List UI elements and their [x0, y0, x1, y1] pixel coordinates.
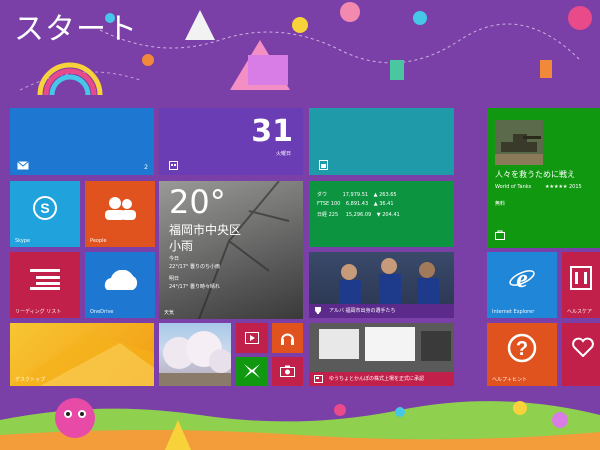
store-app-price: 無料: [495, 201, 506, 207]
game-thumbnail: [495, 120, 543, 165]
reading-list-label: リーディング リスト: [15, 309, 62, 315]
ie-icon: e: [509, 264, 535, 292]
weather-tomorrow-forecast: 24°/17° 曇り時々晴れ: [169, 284, 220, 290]
weather-label: 天気: [164, 310, 175, 316]
health-icon: [570, 266, 592, 290]
ie-tile[interactable]: e Internet Explorer: [487, 252, 557, 318]
weather-temperature: 20°: [169, 183, 226, 221]
weather-today-forecast: 22°/17° 曇りのち小雨: [169, 264, 220, 270]
weather-tile[interactable]: 20° 福岡市中央区 小雨 今日 22°/17° 曇りのち小雨 明日 24°/1…: [159, 181, 303, 319]
weather-condition: 小雨: [169, 239, 194, 253]
store-tile[interactable]: 人々を救うために戦え World of Tanks ★★★★★ 2015 無料: [487, 108, 600, 248]
people-tile[interactable]: People: [85, 181, 155, 247]
news-caption: ゆうちょとかんぽの株式上場を正式に承認: [329, 376, 425, 382]
finance-index-change: ▲ 263.65: [373, 192, 397, 198]
photo-blossom-tile[interactable]: [159, 323, 231, 386]
finance-index-name: ダウ: [317, 192, 328, 198]
blossom-photo: [159, 331, 231, 386]
help-tile[interactable]: ? ヘルプ＋ヒント: [487, 323, 557, 386]
finance-row: ダウ 17,979.51 ▲ 263.65: [317, 191, 397, 198]
help-label: ヘルプ＋ヒント: [492, 377, 528, 383]
finance-index-name: 日経 225: [317, 212, 339, 218]
reading-list-tile[interactable]: リーディング リスト: [10, 252, 80, 318]
calendar-day: 火曜日: [275, 151, 291, 157]
onedrive-tile[interactable]: OneDrive: [85, 252, 155, 318]
photos-tile[interactable]: [309, 108, 454, 175]
skype-label: Skype: [15, 238, 31, 244]
finance-index-change: ▼ 204.41: [376, 212, 400, 218]
weather-tomorrow-label: 明日: [169, 276, 180, 282]
onedrive-icon: [104, 270, 138, 290]
finance-row: FTSE 100 6,891.43 ▲ 36.41: [317, 201, 394, 207]
weather-city: 福岡市中央区: [169, 223, 242, 237]
store-app-rating: ★★★★★ 2015: [545, 184, 582, 190]
camera-tile[interactable]: [272, 357, 303, 386]
calendar-date: 31: [251, 114, 293, 149]
weather-today-label: 今日: [169, 256, 180, 262]
mail-icon: [17, 161, 29, 170]
finance-index-name: FTSE 100: [317, 201, 341, 207]
trophy-icon: [315, 307, 321, 314]
skype-tile[interactable]: S Skype: [10, 181, 80, 247]
music-tile[interactable]: [272, 323, 303, 353]
games-tile[interactable]: [236, 357, 268, 386]
people-icon: [105, 197, 136, 220]
photos-icon: [319, 160, 328, 170]
health-tile[interactable]: ヘルスケア: [562, 252, 600, 318]
video-icon: [245, 332, 259, 344]
svg-text:?: ?: [516, 338, 528, 360]
health-label: ヘルスケア: [567, 309, 593, 315]
svg-text:e: e: [516, 264, 528, 292]
sports-tile[interactable]: アルバ 福岡市出身の選手たち: [309, 252, 454, 318]
skype-icon: S: [33, 196, 57, 220]
people-label: People: [90, 238, 107, 244]
mail-badge: 2: [144, 164, 148, 171]
sports-caption: アルバ 福岡市出身の選手たち: [329, 308, 396, 314]
start-title: スタート: [14, 12, 138, 47]
heart-icon: [572, 337, 594, 357]
finance-tile[interactable]: ダウ 17,979.51 ▲ 263.65 FTSE 100 6,891.43 …: [309, 181, 454, 247]
music-icon: [281, 333, 294, 345]
onedrive-label: OneDrive: [90, 309, 114, 315]
store-app-title: 人々を救うために戦え: [495, 170, 575, 179]
ie-label: Internet Explorer: [492, 309, 535, 315]
games-icon: [244, 364, 260, 378]
help-icon: ?: [507, 333, 537, 363]
finance-index-value: 17,979.51: [342, 192, 369, 198]
calendar-icon: [169, 161, 178, 170]
calendar-tile[interactable]: 31 火曜日: [159, 108, 303, 175]
desktop-label: デスクトップ: [15, 377, 46, 383]
landscape-decoration: [0, 398, 600, 450]
news-icon: [314, 375, 323, 383]
svg-text:S: S: [40, 200, 49, 216]
finance-index-change: ▲ 36.41: [373, 201, 394, 207]
health-lower-tile[interactable]: [562, 323, 600, 386]
news-tile[interactable]: ゆうちょとかんぽの株式上場を正式に承認: [309, 323, 454, 386]
store-app-name: World of Tanks: [495, 184, 532, 190]
store-icon: [495, 230, 505, 240]
finance-index-value: 6,891.43: [345, 201, 369, 207]
reading-list-icon: [30, 269, 60, 290]
mail-tile[interactable]: 2: [10, 108, 154, 175]
desktop-tile[interactable]: デスクトップ: [10, 323, 154, 386]
video-tile[interactable]: [236, 323, 268, 353]
camera-icon: [280, 365, 295, 377]
finance-row: 日経 225 15,296.09 ▼ 204.41: [317, 211, 400, 218]
finance-index-value: 15,296.09: [345, 212, 372, 218]
